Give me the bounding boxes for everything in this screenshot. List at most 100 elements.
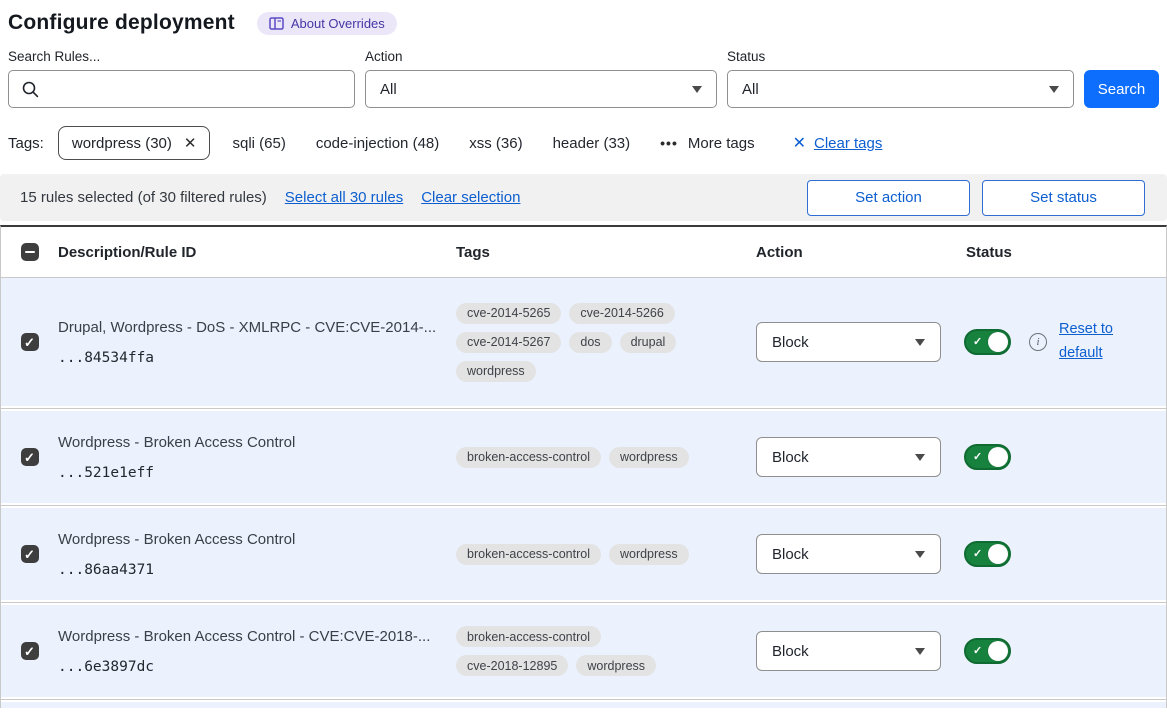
tag-pill: drupal [620, 332, 677, 353]
book-icon [269, 17, 284, 30]
toggle-knob [988, 332, 1008, 352]
next-row-partial [1, 702, 1166, 708]
select-all-link[interactable]: Select all 30 rules [285, 189, 403, 206]
status-label: Status [727, 49, 1074, 64]
status-toggle[interactable]: ✓ [964, 329, 1011, 355]
row-checkbox[interactable]: ✓ [21, 545, 39, 563]
chevron-down-icon [915, 454, 925, 461]
more-tags-label: More tags [688, 135, 755, 152]
rule-description: Wordpress - Broken Access Control [58, 433, 442, 453]
tag-pill: broken-access-control [456, 447, 601, 468]
action-dropdown[interactable]: Block [756, 437, 941, 477]
search-button[interactable]: Search [1084, 70, 1159, 108]
tag-pill: wordpress [576, 655, 656, 676]
action-dropdown-value: Block [772, 449, 809, 466]
status-toggle[interactable]: ✓ [964, 638, 1011, 664]
toggle-knob [988, 544, 1008, 564]
row-checkbox[interactable]: ✓ [21, 448, 39, 466]
tag-option[interactable]: sqli (65) [232, 135, 285, 152]
search-label: Search Rules... [8, 49, 355, 64]
rule-tags: broken-access-control wordpress [456, 544, 706, 565]
action-dropdown[interactable]: Block [756, 534, 941, 574]
rule-id: ...521e1eff [58, 465, 442, 481]
search-input-shell[interactable] [8, 70, 355, 108]
check-icon: ✓ [973, 337, 982, 348]
tag-option[interactable]: header (33) [553, 135, 631, 152]
rule-id: ...6e3897dc [58, 659, 442, 675]
search-field: Search Rules... [8, 49, 355, 108]
tag-pill: dos [569, 332, 611, 353]
action-dropdown[interactable]: Block [756, 322, 941, 362]
status-toggle[interactable]: ✓ [964, 541, 1011, 567]
tag-pill: cve-2014-5265 [456, 303, 561, 324]
table-header-row: Description/Rule ID Tags Action Status [1, 227, 1166, 278]
toggle-knob [988, 447, 1008, 467]
check-icon: ✓ [973, 646, 982, 657]
rule-id: ...84534ffa [58, 350, 442, 366]
rule-tags: cve-2014-5265 cve-2014-5266 cve-2014-5267 d… [456, 303, 706, 382]
search-input[interactable] [9, 71, 354, 107]
action-label: Action [365, 49, 717, 64]
selected-tag-wordpress[interactable]: wordpress (30) ✕ [58, 126, 211, 160]
filter-row: Search Rules... Action All Status All Se… [0, 41, 1167, 108]
rule-tags: broken-access-controlcve-2018-12895wordp… [456, 626, 706, 676]
tag-pill: wordpress [609, 544, 689, 565]
row-checkbox[interactable]: ✓ [21, 642, 39, 660]
rule-id: ...86aa4371 [58, 562, 442, 578]
table-row: ✓ Drupal, Wordpress - DoS - XMLRPC - CVE… [1, 278, 1166, 406]
status-select-value: All [742, 81, 759, 98]
rule-description: Wordpress - Broken Access Control [58, 530, 442, 550]
clear-selection-link[interactable]: Clear selection [421, 189, 520, 206]
set-status-button[interactable]: Set status [982, 180, 1145, 216]
status-select[interactable]: All [727, 70, 1074, 108]
search-icon [21, 80, 40, 104]
tag-option[interactable]: code-injection (48) [316, 135, 439, 152]
chevron-down-icon [915, 339, 925, 346]
tag-pill: wordpress [456, 361, 536, 382]
action-dropdown-value: Block [772, 334, 809, 351]
tag-pill: wordpress [609, 447, 689, 468]
tag-pill: cve-2014-5267 [456, 332, 561, 353]
page-header: Configure deployment About Overrides [0, 0, 1167, 41]
action-select[interactable]: All [365, 70, 717, 108]
clear-tags-label: Clear tags [814, 135, 882, 152]
check-icon: ✓ [973, 452, 982, 463]
tags-label: Tags: [8, 135, 44, 152]
tag-pill: broken-access-control [456, 626, 601, 647]
rule-description: Drupal, Wordpress - DoS - XMLRPC - CVE:C… [58, 318, 442, 338]
more-tags-button[interactable]: ••• More tags [660, 135, 754, 152]
clear-tags-link[interactable]: ✕ Clear tags [793, 133, 883, 153]
column-header-action: Action [756, 244, 956, 261]
tag-options: sqli (65) code-injection (48) xss (36) head… [232, 135, 660, 152]
row-checkbox[interactable]: ✓ [21, 333, 39, 351]
table-row: ✓ Wordpress - Broken Access Control ...5… [1, 411, 1166, 503]
status-field: Status All [727, 49, 1074, 108]
tag-pill: broken-access-control [456, 544, 601, 565]
table-row: ✓ Wordpress - Broken Access Control - CV… [1, 605, 1166, 697]
about-overrides-label: About Overrides [291, 16, 385, 31]
action-dropdown-value: Block [772, 643, 809, 660]
tag-option[interactable]: xss (36) [469, 135, 522, 152]
check-icon: ✓ [973, 549, 982, 560]
page-title: Configure deployment [8, 11, 235, 35]
reset-to-default-link[interactable]: Reset to default [1059, 318, 1123, 366]
table-row: ✓ Wordpress - Broken Access Control ...8… [1, 508, 1166, 600]
chevron-down-icon [915, 648, 925, 655]
select-all-checkbox[interactable] [21, 243, 39, 261]
clear-icon: ✕ [793, 133, 806, 153]
action-select-value: All [380, 81, 397, 98]
tag-pill: cve-2014-5266 [569, 303, 674, 324]
rule-tags: broken-access-control wordpress [456, 447, 706, 468]
selection-bar: 15 rules selected (of 30 filtered rules)… [0, 174, 1167, 221]
ellipsis-icon: ••• [660, 135, 678, 151]
column-header-status: Status [956, 244, 1166, 261]
set-action-button[interactable]: Set action [807, 180, 970, 216]
status-toggle[interactable]: ✓ [964, 444, 1011, 470]
remove-tag-icon[interactable]: ✕ [184, 134, 197, 152]
column-header-description: Description/Rule ID [58, 244, 456, 261]
about-overrides-badge[interactable]: About Overrides [257, 12, 397, 35]
chevron-down-icon [915, 551, 925, 558]
rules-table: Description/Rule ID Tags Action Status ✓… [0, 225, 1167, 708]
action-dropdown[interactable]: Block [756, 631, 941, 671]
info-icon[interactable]: i [1029, 333, 1047, 351]
